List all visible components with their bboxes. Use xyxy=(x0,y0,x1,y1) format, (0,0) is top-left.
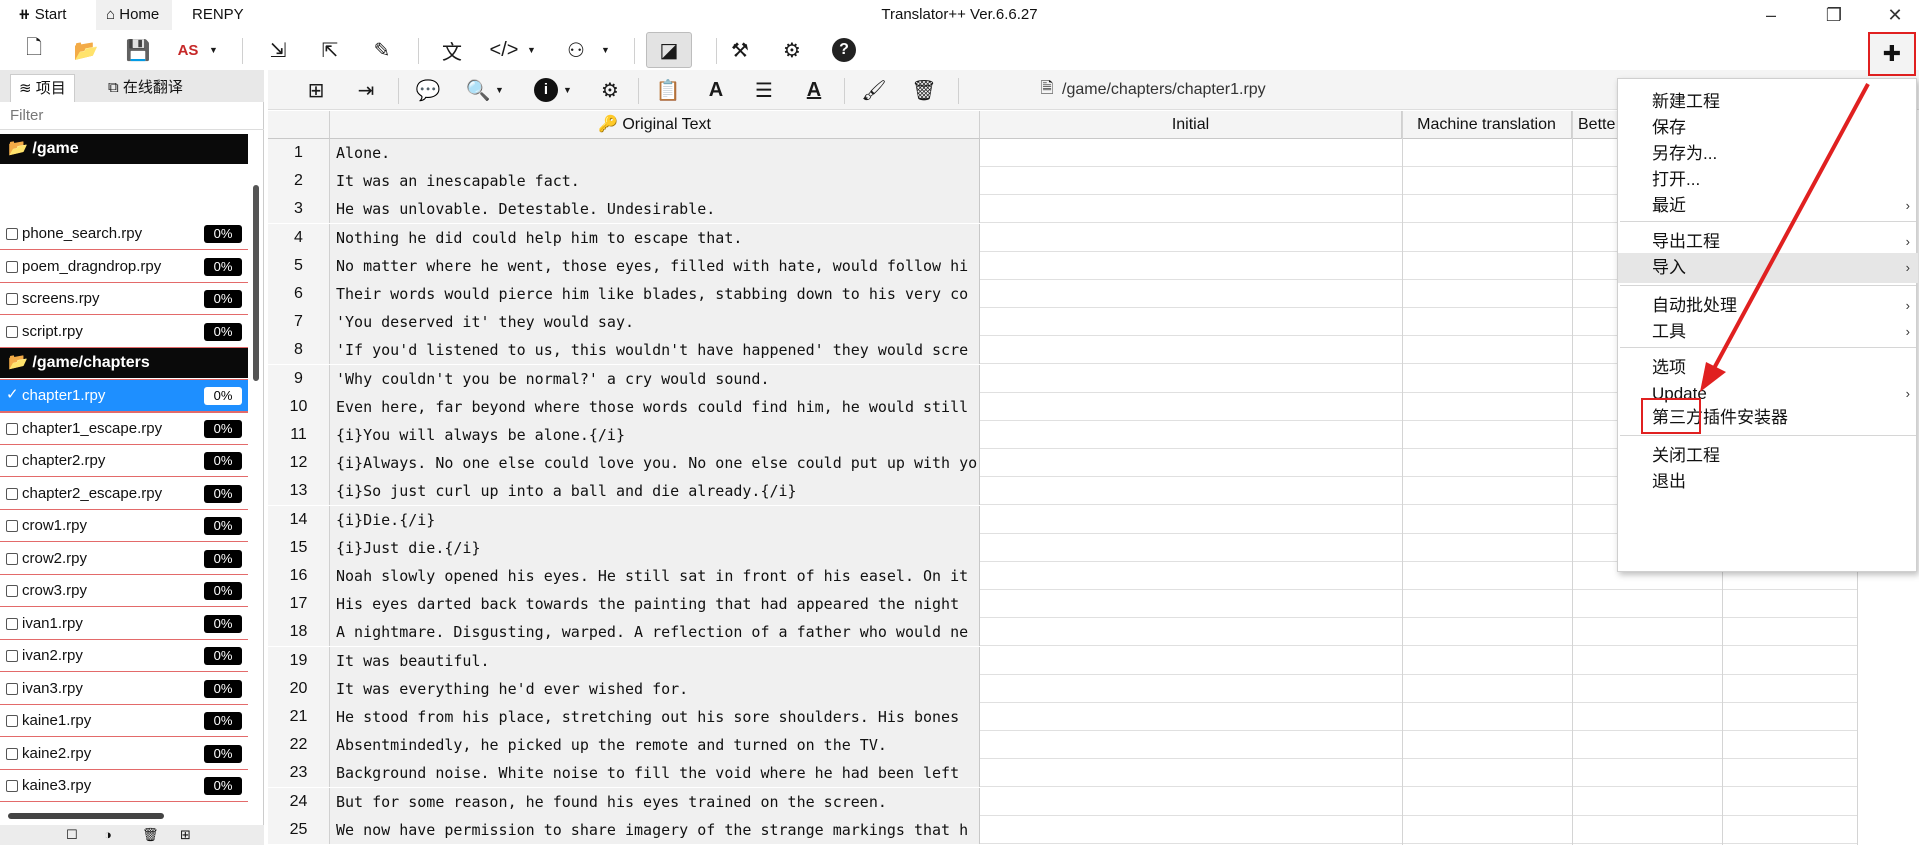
annotation-arrow xyxy=(1700,83,1870,392)
